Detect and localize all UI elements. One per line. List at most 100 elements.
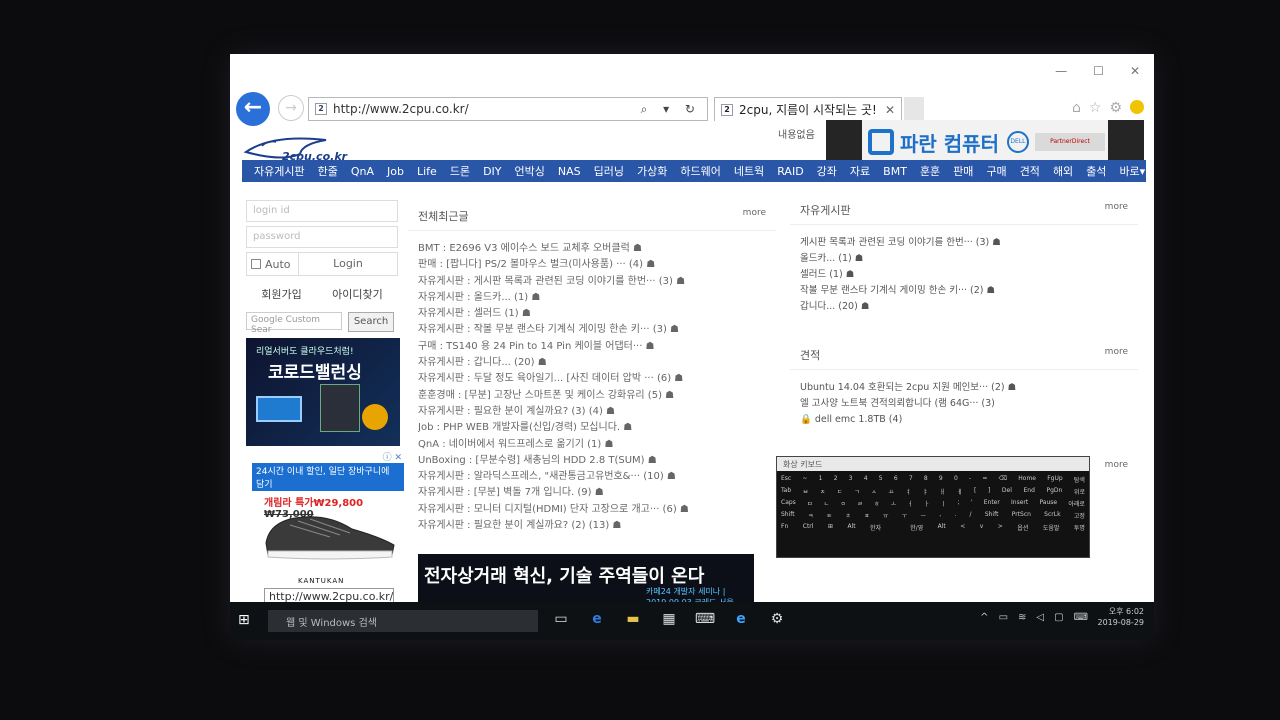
post-link[interactable]: 작볼 무분 랜스타 기계식 게이밍 한손 키··· (2) ☗ [800,283,1128,299]
ie-icon[interactable]: e [730,608,752,630]
post-link[interactable]: 갑니다... (20) ☗ [800,299,1128,315]
osk-key[interactable]: 한자 [870,523,881,535]
osk-key[interactable]: ㄱ [854,487,860,499]
nav-item[interactable]: 해외 [1053,163,1073,179]
estimate-more-link[interactable]: more [1105,347,1128,363]
osk-key[interactable]: > [998,523,1003,535]
login-id-input[interactable]: login id [246,200,398,222]
osk-key[interactable]: PgDn [1046,487,1062,499]
task-view-icon[interactable]: ▭ [550,608,572,630]
osk-key[interactable]: ㅁ [807,499,813,511]
osk-key[interactable]: 아래로 [1068,499,1085,511]
windows-start-icon[interactable]: ⊞ [238,612,254,628]
nav-item[interactable]: NAS [558,165,581,178]
osk-key[interactable]: Pause [1039,499,1057,511]
osk-key[interactable]: ㅈ [820,487,826,499]
post-link[interactable]: 🔒 dell emc 1.8TB (4) [800,412,1128,428]
osk-key[interactable]: ㅣ [941,499,947,511]
osk-key[interactable]: ] [988,487,990,499]
free-board-more-link[interactable]: more [1105,202,1128,218]
osk-key[interactable]: ⌫ [999,475,1007,487]
nav-item[interactable]: QnA [351,165,374,178]
nav-item[interactable]: 가상화 [637,163,667,179]
network-icon[interactable]: ≋ [1018,612,1026,623]
close-icon[interactable]: ✕ [1130,64,1140,78]
osk-key[interactable]: ㅎ [874,499,880,511]
third-more-link[interactable]: more [1105,460,1128,470]
osk-key[interactable]: ㅛ [888,487,894,499]
osk-key[interactable]: 옵션 [1017,523,1028,535]
osk-key[interactable]: 탐색 [1074,475,1085,487]
nav-item[interactable]: BMT [883,165,907,178]
address-bar[interactable]: 2 http://www.2cpu.co.kr/ ⌕ ▾ ↻ [308,97,708,121]
osk-key[interactable]: 2 [834,475,838,487]
close-tab-icon[interactable]: ✕ [885,103,895,117]
osk-key[interactable]: 6 [894,475,898,487]
post-link[interactable]: UnBoxing : [무분수령] 새총님의 HDD 2.8 T(SUM) ☗ [418,453,766,469]
post-link[interactable]: QnA : 네이버에서 워드프레스로 옮기기 (1) ☗ [418,437,766,453]
post-link[interactable]: 자유게시판 : 두달 정도 육아일기... [사진 데이터 압박 ··· (6)… [418,371,766,387]
osk-key[interactable]: / [970,511,972,523]
load-balancing-ad[interactable]: 리얼서버도 클라우드처럼! 코로드밸런싱 [246,338,400,446]
osk-key[interactable]: Home [1018,475,1036,487]
osk-key[interactable]: ScrLk [1044,511,1060,523]
nav-item[interactable]: 자료 [850,163,870,179]
taskbar-search[interactable]: 웹 및 Windows 검색 [268,610,538,632]
nav-item[interactable]: 구매 [986,163,1006,179]
nav-item[interactable]: Job [387,165,404,178]
nav-item[interactable]: 바로▾ [1119,163,1145,179]
osk-key[interactable]: FgUp [1047,475,1062,487]
search-refresh-icon[interactable]: ⌕ ▾ ↻ [641,102,701,117]
post-link[interactable]: 자유게시판 : 모니터 디지털(HDMI) 단자 고장으로 개고··· (6) … [418,502,766,518]
search-button[interactable]: Search [348,312,394,332]
post-link[interactable]: 자유게시판 : 필요한 분이 계실까요? (3) (4) ☗ [418,404,766,420]
post-link[interactable]: 셀러드 (1) ☗ [800,267,1128,283]
osk-key[interactable]: ㄴ [824,499,830,511]
osk-key[interactable]: ㄷ [837,487,843,499]
google-search-input[interactable]: Google Custom Sear [246,312,342,335]
shoe-ad[interactable]: 24시간 이내 할인, 일단 장바구니에 담기 개림라 특가₩29,800 ₩7… [246,463,404,603]
new-tab-button[interactable] [904,97,924,121]
osk-key[interactable]: 한/영 [910,523,923,535]
osk-key[interactable]: Alt [938,523,946,535]
osk-key[interactable]: ㅔ [957,487,963,499]
osk-key[interactable]: Insert [1011,499,1028,511]
settings-gear-icon[interactable]: ⚙ [1109,100,1122,116]
forward-button[interactable]: → [278,95,304,121]
onscreen-keyboard-icon[interactable]: ⌨ [694,608,716,630]
osk-key[interactable]: Esc [781,475,791,487]
nav-item[interactable]: 훈훈 [920,163,940,179]
edge-icon[interactable]: e [586,608,608,630]
osk-key[interactable]: Alt [847,523,855,535]
post-link[interactable]: 구매 : TS140 용 24 Pin to 14 Pin 케이블 어댑터···… [418,339,766,355]
settings-icon[interactable]: ⚙ [766,608,788,630]
favorites-star-icon[interactable]: ☆ [1089,100,1102,116]
join-link[interactable]: 회원가입 [261,286,301,302]
osk-key[interactable]: ㅠ [883,511,889,523]
osk-key[interactable]: ㅇ [840,499,846,511]
nav-item[interactable]: 판매 [953,163,973,179]
osk-key[interactable]: 3 [849,475,853,487]
osk-key[interactable]: v [980,523,984,535]
osk-key[interactable]: ㅌ [827,511,833,523]
nav-item[interactable]: 자유게시판 [254,163,305,179]
osk-key[interactable]: 도움말 [1043,523,1060,535]
osk-key[interactable]: ㅑ [923,487,929,499]
osk-key[interactable]: Shift [781,511,795,523]
osk-key[interactable]: Enter [984,499,1000,511]
post-link[interactable]: 자유게시판 : 작볼 무분 랜스타 기계식 게이밍 한손 키··· (3) ☗ [418,322,766,338]
post-link[interactable]: 자유게시판 : 필요한 분이 계실까요? (2) (13) ☗ [418,518,766,534]
osk-key[interactable]: ㅂ [803,487,809,499]
osk-key[interactable]: Fn [781,523,788,535]
find-id-link[interactable]: 아이디찾기 [332,286,383,302]
clock[interactable]: 오후 6:02 2019-08-29 [1094,606,1145,628]
nav-item[interactable]: 드론 [450,163,470,179]
volume-icon[interactable]: ◁ [1036,612,1044,623]
post-link[interactable]: 판매 : [팝니다] PS/2 볼마우스 벌크(미사용품) ··· (4) ☗ [418,257,766,273]
osk-key[interactable]: Caps [781,499,796,511]
store-icon[interactable]: ▦ [658,608,680,630]
ad-choices-icon[interactable]: ⓘ ✕ [246,450,402,463]
osk-key[interactable]: ⊞ [828,523,833,535]
osk-key[interactable]: < [960,523,965,535]
osk-key[interactable]: , [939,511,941,523]
